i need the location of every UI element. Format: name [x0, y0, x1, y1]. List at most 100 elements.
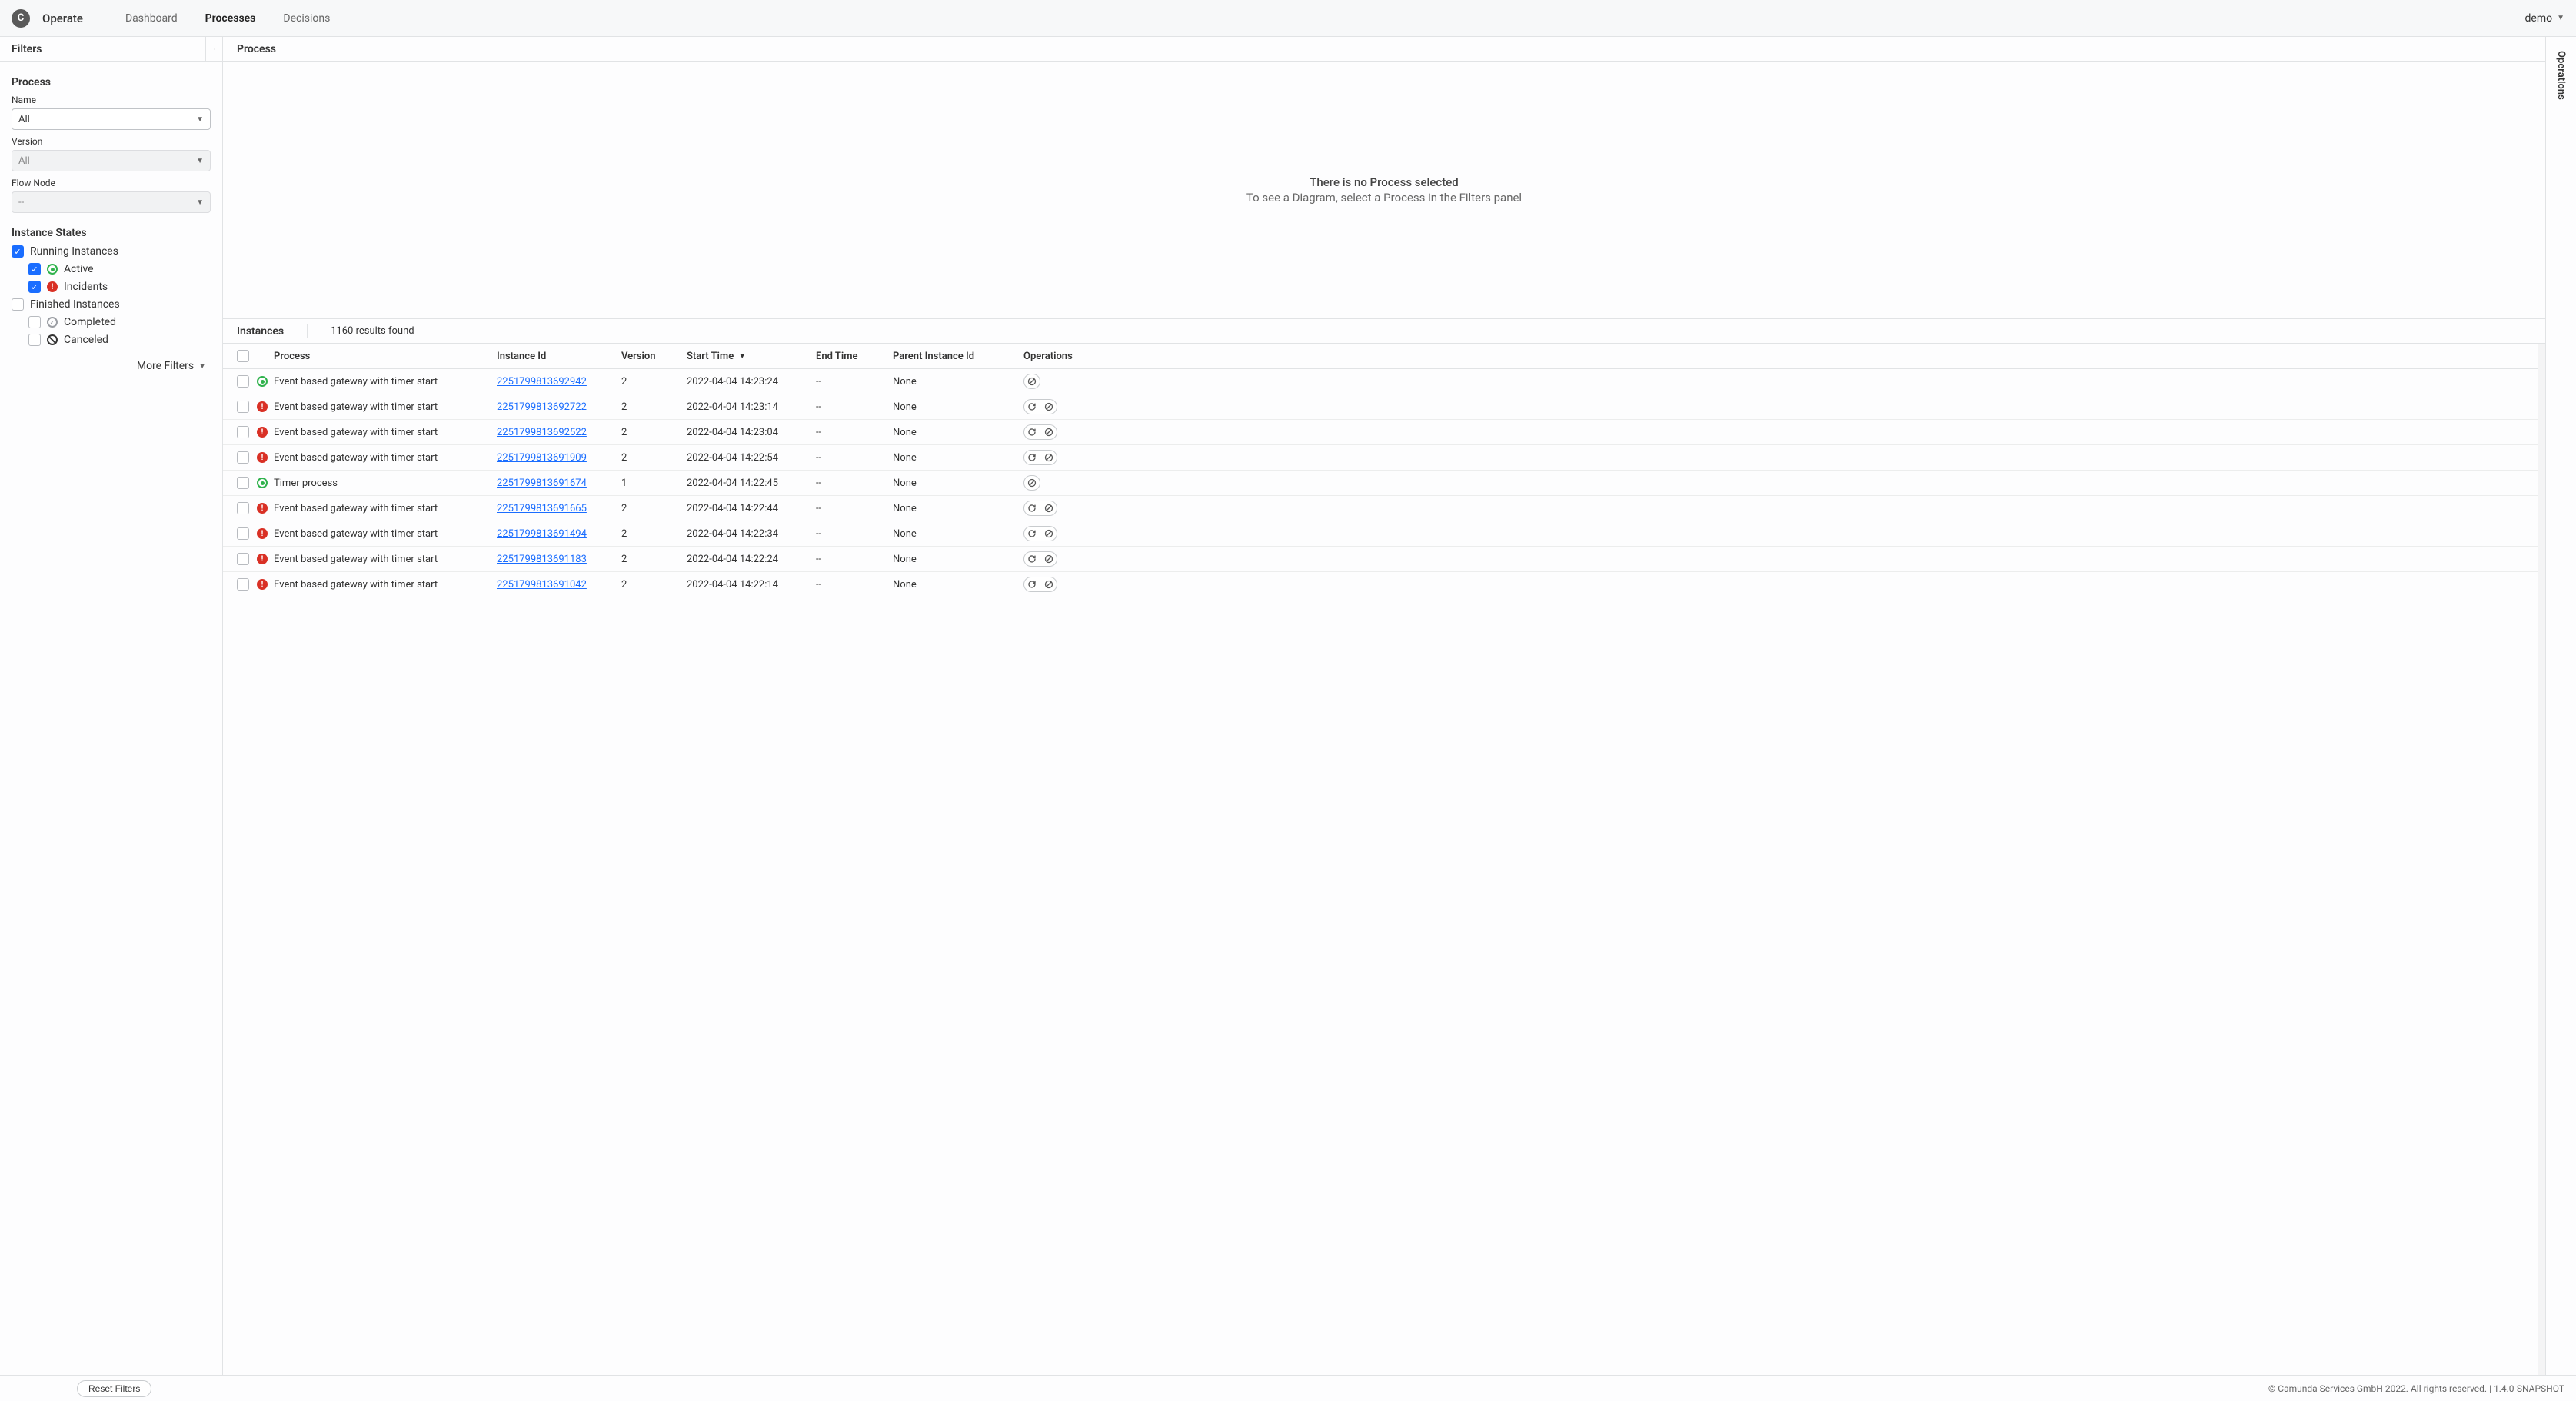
- user-menu[interactable]: demo ▼: [2525, 12, 2565, 25]
- row-checkbox[interactable]: [237, 375, 249, 388]
- cancel-button[interactable]: [1023, 374, 1040, 389]
- instance-id-link[interactable]: 2251799813691042: [497, 579, 587, 591]
- chevron-down-icon: ▼: [196, 157, 204, 165]
- retry-button[interactable]: [1023, 551, 1040, 567]
- row-checkbox[interactable]: [237, 502, 249, 514]
- cell-end-time: --: [816, 478, 893, 489]
- checkbox-icon[interactable]: [12, 298, 24, 311]
- cell-end-time: --: [816, 452, 893, 464]
- cell-process: Event based gateway with timer start: [274, 452, 497, 464]
- row-checkbox[interactable]: [237, 451, 249, 464]
- cancel-button[interactable]: [1040, 424, 1057, 440]
- cell-start-time: 2022-04-04 14:22:34: [687, 528, 816, 540]
- cell-process: Event based gateway with timer start: [274, 427, 497, 438]
- checkbox-icon[interactable]: [28, 316, 41, 328]
- instance-id-link[interactable]: 2251799813692522: [497, 427, 587, 438]
- table-row: Event based gateway with timer start2251…: [223, 420, 2545, 445]
- cancel-button[interactable]: [1040, 526, 1057, 541]
- select-all-checkbox[interactable]: [237, 350, 249, 362]
- table-row: Timer process225179981369167412022-04-04…: [223, 471, 2545, 496]
- version-select: All ▼: [12, 150, 211, 171]
- incidents-filter[interactable]: Incidents: [28, 281, 211, 293]
- canceled-filter[interactable]: Canceled: [28, 334, 211, 346]
- user-name: demo: [2525, 12, 2553, 25]
- completed-label: Completed: [64, 316, 116, 328]
- checkbox-icon[interactable]: [28, 263, 41, 275]
- retry-button[interactable]: [1023, 526, 1040, 541]
- name-select[interactable]: All ▼: [12, 108, 211, 130]
- retry-button[interactable]: [1023, 399, 1040, 414]
- cell-operations: [1023, 374, 1097, 389]
- active-filter[interactable]: Active: [28, 263, 211, 275]
- row-checkbox[interactable]: [237, 477, 249, 489]
- instance-id-link[interactable]: 2251799813691183: [497, 554, 587, 565]
- retry-button[interactable]: [1023, 424, 1040, 440]
- cancel-button[interactable]: [1040, 551, 1057, 567]
- reset-filters-button[interactable]: Reset Filters: [77, 1380, 151, 1397]
- running-label: Running Instances: [30, 245, 118, 258]
- nav-dashboard[interactable]: Dashboard: [125, 12, 178, 25]
- process-section-title: Process: [12, 76, 211, 88]
- nav-processes[interactable]: Processes: [205, 12, 256, 25]
- running-instances-filter[interactable]: Running Instances: [12, 245, 211, 258]
- main-panel: Process There is no Process selected To …: [223, 37, 2545, 1375]
- footer-copyright: © Camunda Services GmbH 2022. All rights…: [2268, 1383, 2564, 1394]
- cancel-button[interactable]: [1040, 501, 1057, 516]
- incidents-label: Incidents: [64, 281, 108, 293]
- cell-version: 2: [621, 579, 687, 591]
- table-row: Event based gateway with timer start2251…: [223, 394, 2545, 420]
- instance-id-link[interactable]: 2251799813691665: [497, 503, 587, 514]
- cell-version: 2: [621, 528, 687, 540]
- brand-name[interactable]: Operate: [42, 12, 83, 25]
- table-row: Event based gateway with timer start2251…: [223, 496, 2545, 521]
- instance-id-link[interactable]: 2251799813692942: [497, 376, 587, 388]
- operations-rail[interactable]: Operations: [2545, 37, 2576, 1375]
- col-header-version[interactable]: Version: [621, 351, 687, 362]
- cell-operations: [1023, 526, 1097, 541]
- cell-parent: None: [893, 579, 1023, 591]
- more-filters-button[interactable]: More Filters ▼: [12, 360, 211, 372]
- checkbox-icon[interactable]: [28, 281, 41, 293]
- col-header-process[interactable]: Process: [274, 351, 497, 362]
- row-checkbox[interactable]: [237, 527, 249, 540]
- cancel-button[interactable]: [1040, 399, 1057, 414]
- cancel-button[interactable]: [1023, 475, 1040, 491]
- col-header-end-time[interactable]: End Time: [816, 351, 893, 362]
- cell-parent: None: [893, 478, 1023, 489]
- row-checkbox[interactable]: [237, 401, 249, 413]
- scrollbar[interactable]: [2538, 344, 2545, 1375]
- instance-id-link[interactable]: 2251799813691909: [497, 452, 587, 464]
- completed-state-icon: [47, 317, 58, 328]
- instance-id-link[interactable]: 2251799813692722: [497, 401, 587, 413]
- nav-decisions[interactable]: Decisions: [283, 12, 330, 25]
- retry-button[interactable]: [1023, 450, 1040, 465]
- cell-parent: None: [893, 401, 1023, 413]
- retry-button[interactable]: [1023, 501, 1040, 516]
- row-checkbox[interactable]: [237, 553, 249, 565]
- active-state-icon: [47, 264, 58, 275]
- cell-operations: [1023, 501, 1097, 516]
- incident-state-icon: [257, 579, 268, 590]
- table-row: Event based gateway with timer start2251…: [223, 572, 2545, 597]
- flownode-select: -- ▼: [12, 191, 211, 213]
- cancel-button[interactable]: [1040, 577, 1057, 592]
- row-checkbox[interactable]: [237, 426, 249, 438]
- col-header-start-time[interactable]: Start Time ▼: [687, 351, 816, 362]
- finished-instances-filter[interactable]: Finished Instances: [12, 298, 211, 311]
- retry-button[interactable]: [1023, 577, 1040, 592]
- collapse-sidebar-button[interactable]: [205, 37, 222, 62]
- checkbox-icon[interactable]: [12, 245, 24, 258]
- checkbox-icon[interactable]: [28, 334, 41, 346]
- instance-id-link[interactable]: 2251799813691494: [497, 528, 587, 540]
- col-header-parent[interactable]: Parent Instance Id: [893, 351, 1023, 362]
- row-checkbox[interactable]: [237, 578, 249, 591]
- cell-end-time: --: [816, 401, 893, 413]
- active-state-icon: [257, 376, 268, 387]
- cell-process: Event based gateway with timer start: [274, 503, 497, 514]
- cancel-button[interactable]: [1040, 450, 1057, 465]
- instance-id-link[interactable]: 2251799813691674: [497, 478, 587, 489]
- filters-header: Filters: [0, 37, 222, 62]
- cell-operations: [1023, 424, 1097, 440]
- completed-filter[interactable]: Completed: [28, 316, 211, 328]
- col-header-instance-id[interactable]: Instance Id: [497, 351, 621, 362]
